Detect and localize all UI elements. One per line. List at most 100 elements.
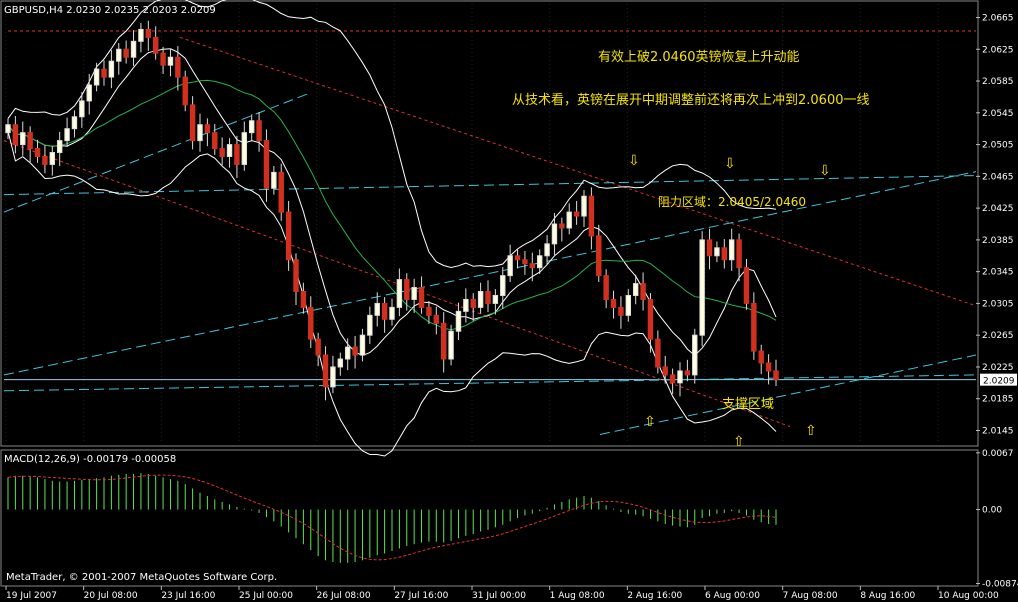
candle-body[interactable] xyxy=(226,144,233,157)
candle-body[interactable] xyxy=(455,310,462,332)
candle-body[interactable] xyxy=(507,255,513,277)
candle-body[interactable] xyxy=(175,56,181,78)
candle-body[interactable] xyxy=(93,68,100,86)
candle-body[interactable] xyxy=(669,374,676,384)
candle-body[interactable] xyxy=(322,354,329,388)
candle-body[interactable] xyxy=(448,330,454,360)
candle-body[interactable] xyxy=(581,195,587,217)
candle-body[interactable] xyxy=(396,279,403,308)
candle-body[interactable] xyxy=(773,370,779,381)
candle-body[interactable] xyxy=(684,370,691,376)
candle-body[interactable] xyxy=(411,287,417,300)
candle-body[interactable] xyxy=(344,346,351,360)
candle-body[interactable] xyxy=(514,255,521,261)
candle-body[interactable] xyxy=(389,306,395,320)
candle-body[interactable] xyxy=(743,267,750,304)
candle-body[interactable] xyxy=(559,223,565,229)
candle-body[interactable] xyxy=(189,104,196,142)
candle-body[interactable] xyxy=(315,338,321,356)
candle-body[interactable] xyxy=(714,247,720,257)
candle-body[interactable] xyxy=(728,239,735,261)
candle-body[interactable] xyxy=(404,279,410,300)
candle-body[interactable] xyxy=(12,124,19,146)
candle-body[interactable] xyxy=(20,132,26,146)
candle-body[interactable] xyxy=(64,128,70,142)
candle-body[interactable] xyxy=(618,306,624,316)
candle-body[interactable] xyxy=(647,298,654,340)
candle-body[interactable] xyxy=(352,346,358,356)
candle-body[interactable] xyxy=(241,132,248,165)
candle-body[interactable] xyxy=(544,243,550,257)
candle-body[interactable] xyxy=(263,140,270,189)
candle-body[interactable] xyxy=(285,211,292,261)
candle-body[interactable] xyxy=(145,28,152,38)
candle-body[interactable] xyxy=(603,275,609,300)
candle-body[interactable] xyxy=(522,259,528,265)
candle-body[interactable] xyxy=(167,56,174,66)
candle-body[interactable] xyxy=(596,235,602,277)
candle-body[interactable] xyxy=(418,287,425,308)
candle-body[interactable] xyxy=(182,76,188,106)
candle-body[interactable] xyxy=(463,298,469,312)
candle-body[interactable] xyxy=(551,223,558,245)
candle-body[interactable] xyxy=(677,370,683,384)
candle-body[interactable] xyxy=(655,338,661,368)
candle-body[interactable] xyxy=(160,52,166,66)
candle-body[interactable] xyxy=(101,68,107,78)
candle-body[interactable] xyxy=(426,306,432,316)
candle-body[interactable] xyxy=(699,239,705,336)
candle-body[interactable] xyxy=(529,263,536,269)
candle-body[interactable] xyxy=(477,291,484,308)
candle-body[interactable] xyxy=(49,152,56,165)
candle-body[interactable] xyxy=(116,48,122,62)
candle-body[interactable] xyxy=(433,314,440,324)
candle-body[interactable] xyxy=(751,302,757,352)
candle-body[interactable] xyxy=(152,36,159,54)
candle-body[interactable] xyxy=(367,314,373,336)
candle-body[interactable] xyxy=(204,124,211,134)
candle-body[interactable] xyxy=(27,132,33,150)
candle-body[interactable] xyxy=(359,334,366,356)
candle-body[interactable] xyxy=(5,124,11,134)
candle-body[interactable] xyxy=(42,155,48,165)
candle-body[interactable] xyxy=(86,84,92,102)
candle-body[interactable] xyxy=(219,148,225,157)
candle-body[interactable] xyxy=(108,60,115,78)
candle-body[interactable] xyxy=(71,116,78,130)
candle-body[interactable] xyxy=(271,171,277,189)
candle-body[interactable] xyxy=(248,120,255,134)
candle-body[interactable] xyxy=(721,247,728,261)
candle-body[interactable] xyxy=(337,358,344,368)
candle-body[interactable] xyxy=(765,362,772,372)
candle-body[interactable] xyxy=(234,144,240,165)
candle-body[interactable] xyxy=(123,48,129,58)
candle-body[interactable] xyxy=(34,148,41,157)
candle-body[interactable] xyxy=(138,28,144,42)
trading-chart-window[interactable]: 0.0067 0.00 -0.00874 2.0665 2.0625 2.0585 2.0… xyxy=(0,0,1018,602)
candle-body[interactable] xyxy=(330,366,336,388)
candle-body[interactable] xyxy=(212,132,218,150)
candle-body[interactable] xyxy=(736,239,742,269)
candle-body[interactable] xyxy=(197,124,203,142)
candle-body[interactable] xyxy=(381,302,388,320)
candle-body[interactable] xyxy=(625,294,632,316)
candle-body[interactable] xyxy=(536,255,543,269)
candle-body[interactable] xyxy=(500,275,506,296)
candle-body[interactable] xyxy=(256,120,262,142)
candle-body[interactable] xyxy=(374,302,380,316)
candle-body[interactable] xyxy=(56,140,63,154)
candle-body[interactable] xyxy=(588,195,595,237)
candle-body[interactable] xyxy=(706,239,713,257)
candle-body[interactable] xyxy=(566,211,572,229)
candle-body[interactable] xyxy=(130,40,137,58)
candle-body[interactable] xyxy=(492,294,499,304)
candle-body[interactable] xyxy=(573,211,580,217)
candle-body[interactable] xyxy=(640,283,646,300)
candle-body[interactable] xyxy=(308,306,314,340)
candle-body[interactable] xyxy=(79,100,85,118)
candle-body[interactable] xyxy=(662,366,668,376)
candle-body[interactable] xyxy=(610,298,617,308)
candle-body[interactable] xyxy=(440,322,447,360)
candle-body[interactable] xyxy=(300,291,307,308)
candle-body[interactable] xyxy=(692,334,698,376)
